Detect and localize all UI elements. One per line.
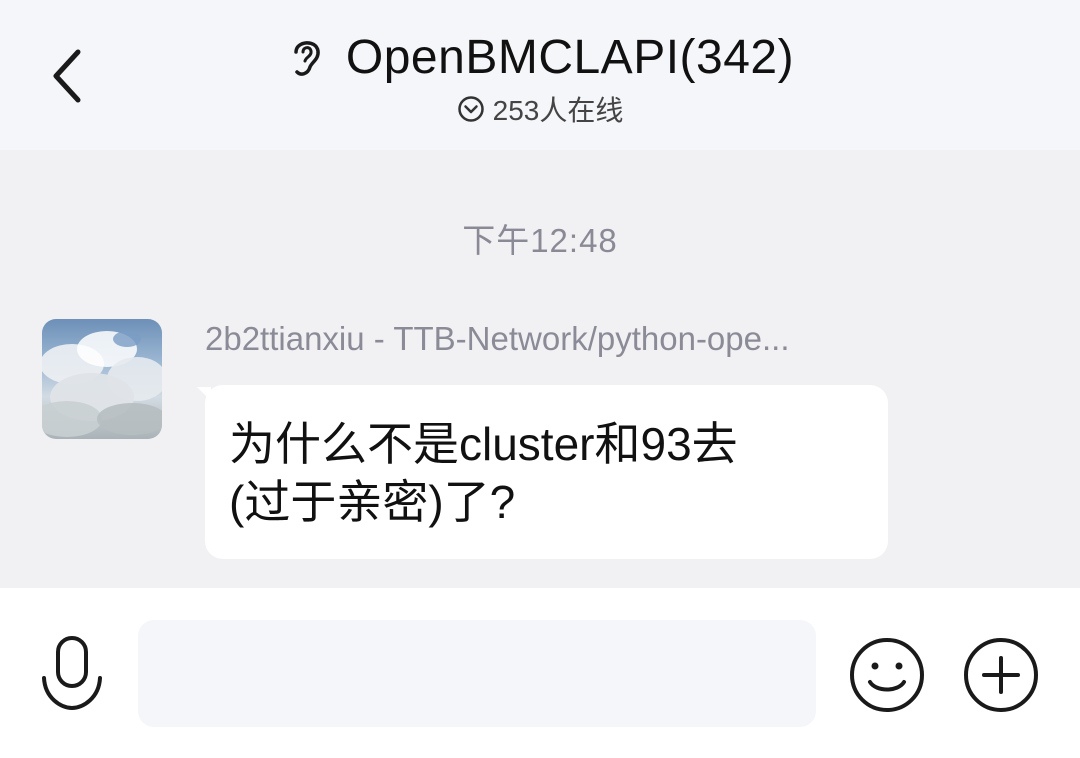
message-timestamp: 下午12:48 (462, 222, 618, 259)
online-count: 253人在线 (492, 95, 624, 126)
chevron-down-circle-icon (457, 96, 484, 122)
voice-button[interactable] (36, 632, 108, 716)
message-text-line: (过于亲密)了? (229, 476, 516, 528)
more-options-button[interactable] (962, 636, 1040, 714)
emoji-button[interactable] (848, 636, 926, 714)
chat-header: OpenBMCLAPI(342) 253人在线 (0, 0, 1080, 150)
sender-name: 2b2ttianxiu - TTB-Network/python-ope... (205, 320, 790, 357)
input-bar (0, 588, 1080, 758)
message-bubble[interactable]: 为什么不是cluster和93去 (过于亲密)了? (205, 385, 888, 559)
sender-avatar[interactable] (42, 319, 162, 439)
smiley-icon (850, 638, 924, 712)
chat-title-row[interactable]: OpenBMCLAPI(342) (0, 26, 1080, 88)
plus-circle-icon (964, 638, 1038, 712)
microphone-icon (42, 636, 102, 711)
group-title: OpenBMCLAPI(342) (345, 30, 795, 84)
message-input[interactable] (138, 620, 816, 727)
message-list[interactable]: 下午12:48 2b2ttianxiu - TTB-Network/python… (0, 150, 1080, 588)
ear-icon (294, 41, 320, 76)
sky-clouds-avatar (42, 331, 162, 437)
message-text-line: 为什么不是cluster和93去 (229, 418, 738, 470)
online-status[interactable]: 253人在线 (0, 90, 1080, 128)
